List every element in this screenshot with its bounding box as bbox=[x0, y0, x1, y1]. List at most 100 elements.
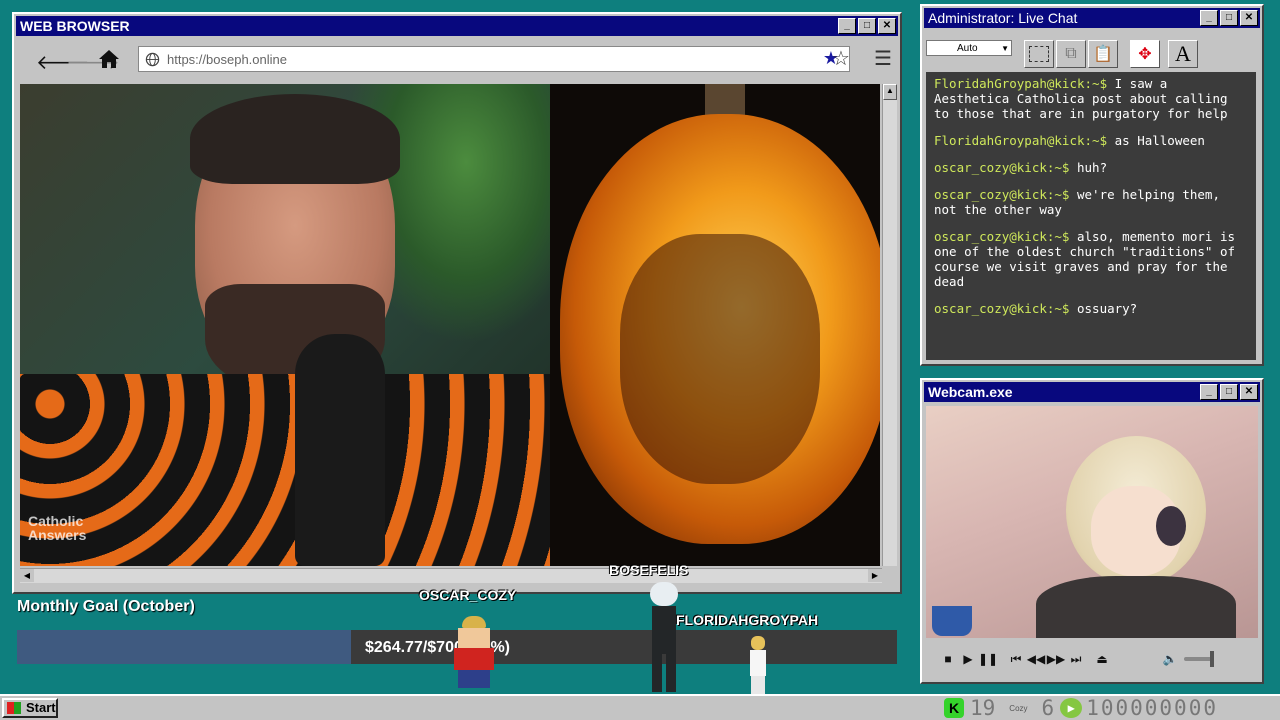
avatar-name-oscar: OSCAR_COZY bbox=[419, 587, 517, 603]
globe-icon bbox=[145, 52, 160, 67]
pumpkin-video bbox=[550, 84, 880, 566]
pause-button[interactable]: ❚❚ bbox=[978, 650, 998, 668]
chat-message: FloridahGroypah@kick:~$ as Halloween bbox=[934, 133, 1248, 148]
avatar-name-floridahgroypah: FLORIDAHGROYPAH bbox=[676, 612, 819, 628]
stream-stats: K 19 Cozy 6 ▶ 100000000 bbox=[944, 696, 1218, 720]
host-hair bbox=[190, 94, 400, 184]
url-text: https://boseph.online bbox=[167, 52, 287, 67]
chat-text: huh? bbox=[1069, 160, 1108, 175]
maximize-button[interactable]: □ bbox=[858, 18, 876, 34]
address-bar[interactable]: https://boseph.online ★ bbox=[138, 46, 850, 72]
chat-log[interactable]: FloridahGroypah@kick:~$ I saw a Aestheti… bbox=[926, 72, 1256, 360]
copy-tool-button[interactable]: ⧉ bbox=[1056, 40, 1086, 68]
minimize-button[interactable]: _ bbox=[1200, 384, 1218, 400]
skip-forward-button[interactable]: ⏭ bbox=[1066, 650, 1086, 668]
host-video: Catholic Answers bbox=[20, 84, 550, 566]
maximize-button[interactable]: □ bbox=[1220, 384, 1238, 400]
fast-forward-button[interactable]: ▶▶ bbox=[1046, 650, 1066, 668]
paste-tool-button[interactable]: 📋 bbox=[1088, 40, 1118, 68]
browser-title: WEB BROWSER bbox=[20, 18, 130, 34]
windows-logo-icon bbox=[7, 702, 21, 714]
horizontal-scrollbar[interactable]: ◀ ▶ bbox=[20, 568, 882, 583]
font-select-value: Auto bbox=[957, 43, 978, 54]
kick-icon: K bbox=[944, 698, 964, 718]
webcam-video bbox=[926, 406, 1258, 638]
microphone bbox=[295, 334, 385, 566]
minimize-button[interactable]: _ bbox=[838, 18, 856, 34]
chat-title: Administrator: Live Chat bbox=[928, 10, 1078, 26]
mug bbox=[932, 606, 972, 636]
chat-username[interactable]: FloridahGroypah@kick:~$ bbox=[934, 133, 1107, 148]
carved-face bbox=[620, 234, 820, 484]
chat-username[interactable]: FloridahGroypah@kick:~$ bbox=[934, 76, 1107, 91]
webcam-title: Webcam.exe bbox=[928, 384, 1013, 400]
chat-message: oscar_cozy@kick:~$ we're helping them, n… bbox=[934, 187, 1248, 217]
chevron-down-icon: ▼ bbox=[1001, 44, 1009, 53]
avatar-bosefelis bbox=[644, 582, 684, 694]
rumble-viewer-count: 100000000 bbox=[1086, 696, 1218, 720]
browser-toolbar: 🡐 🡒 https://boseph.online ★ ☆ ☰ bbox=[18, 42, 896, 80]
chat-message: oscar_cozy@kick:~$ huh? bbox=[934, 160, 1248, 175]
vertical-scrollbar[interactable]: ▲ bbox=[882, 84, 897, 566]
avatar-oscar bbox=[444, 616, 504, 690]
chat-message: oscar_cozy@kick:~$ ossuary? bbox=[934, 301, 1248, 316]
maximize-button[interactable]: □ bbox=[1220, 10, 1238, 26]
chat-messages: FloridahGroypah@kick:~$ I saw a Aestheti… bbox=[934, 76, 1248, 316]
minimize-button[interactable]: _ bbox=[1200, 10, 1218, 26]
video-player[interactable]: Catholic Answers bbox=[20, 84, 880, 566]
chat-window: Administrator: Live Chat _ □ ✕ Auto ▼ ⧉ … bbox=[920, 4, 1264, 366]
video-watermark: Catholic Answers bbox=[28, 513, 87, 543]
font-select[interactable]: Auto ▼ bbox=[926, 40, 1012, 56]
start-label: Start bbox=[26, 700, 56, 715]
volume-slider[interactable] bbox=[1184, 651, 1214, 667]
chat-username[interactable]: oscar_cozy@kick:~$ bbox=[934, 229, 1069, 244]
chat-message: oscar_cozy@kick:~$ also, memento mori is… bbox=[934, 229, 1248, 289]
browser-window: WEB BROWSER _ □ ✕ 🡐 🡒 https://boseph.onl… bbox=[12, 12, 902, 594]
chat-text: ossuary? bbox=[1069, 301, 1138, 316]
play-button[interactable]: ▶ bbox=[958, 650, 978, 668]
stop-button[interactable]: ■ bbox=[938, 650, 958, 668]
close-button[interactable]: ✕ bbox=[878, 18, 896, 34]
vtuber-sweater bbox=[1036, 576, 1236, 638]
cozy-viewer-count: 6 bbox=[1041, 696, 1055, 720]
favorites-icon[interactable]: ☆ bbox=[832, 46, 850, 71]
scroll-left-button[interactable]: ◀ bbox=[20, 569, 34, 582]
browser-titlebar[interactable]: WEB BROWSER _ □ ✕ bbox=[16, 16, 898, 36]
chat-text: as Halloween bbox=[1107, 133, 1205, 148]
close-button[interactable]: ✕ bbox=[1240, 10, 1258, 26]
scroll-right-button[interactable]: ▶ bbox=[868, 569, 882, 582]
goal-progress-fill bbox=[17, 630, 352, 664]
skip-back-button[interactable]: ⏮ bbox=[1006, 650, 1026, 668]
volume-thumb[interactable] bbox=[1210, 651, 1214, 667]
move-tool-button[interactable]: ✥ bbox=[1130, 40, 1160, 68]
chat-username[interactable]: oscar_cozy@kick:~$ bbox=[934, 160, 1069, 175]
volume-icon[interactable]: 🔈 bbox=[1160, 650, 1180, 668]
marquee-icon bbox=[1029, 46, 1049, 62]
goal-label: Monthly Goal (October) bbox=[17, 598, 195, 615]
avatar-name-bosefelis: BOSEFELIS bbox=[609, 562, 689, 578]
chat-message: FloridahGroypah@kick:~$ I saw a Aestheti… bbox=[934, 76, 1248, 121]
scroll-up-button[interactable]: ▲ bbox=[883, 84, 897, 100]
kick-viewer-count: 19 bbox=[970, 696, 996, 720]
select-tool-button[interactable] bbox=[1024, 40, 1054, 68]
chat-titlebar[interactable]: Administrator: Live Chat _ □ ✕ bbox=[924, 8, 1260, 28]
chat-username[interactable]: oscar_cozy@kick:~$ bbox=[934, 187, 1069, 202]
avatar-floridahgroypah bbox=[748, 636, 768, 694]
media-controls: ■ ▶ ❚❚ ⏮ ◀◀ ▶▶ ⏭ ⏏ 🔈 bbox=[926, 646, 1258, 672]
home-icon bbox=[99, 50, 119, 68]
rewind-button[interactable]: ◀◀ bbox=[1026, 650, 1046, 668]
headphones bbox=[1156, 506, 1186, 546]
text-tool-button[interactable]: A bbox=[1168, 40, 1198, 68]
close-button[interactable]: ✕ bbox=[1240, 384, 1258, 400]
webcam-titlebar[interactable]: Webcam.exe _ □ ✕ bbox=[924, 382, 1260, 402]
host-shirt bbox=[20, 374, 550, 566]
home-button[interactable] bbox=[98, 48, 120, 75]
taskbar: Start K 19 Cozy 6 ▶ 100000000 bbox=[0, 694, 1280, 720]
eject-button[interactable]: ⏏ bbox=[1092, 650, 1112, 668]
cozy-label: Cozy bbox=[1009, 703, 1028, 713]
start-button[interactable]: Start bbox=[2, 698, 58, 718]
rumble-icon: ▶ bbox=[1060, 698, 1083, 718]
webcam-window: Webcam.exe _ □ ✕ ■ ▶ ❚❚ ⏮ ◀◀ ▶▶ ⏭ ⏏ 🔈 bbox=[920, 378, 1264, 684]
chat-username[interactable]: oscar_cozy@kick:~$ bbox=[934, 301, 1069, 316]
menu-icon[interactable]: ☰ bbox=[874, 46, 892, 71]
